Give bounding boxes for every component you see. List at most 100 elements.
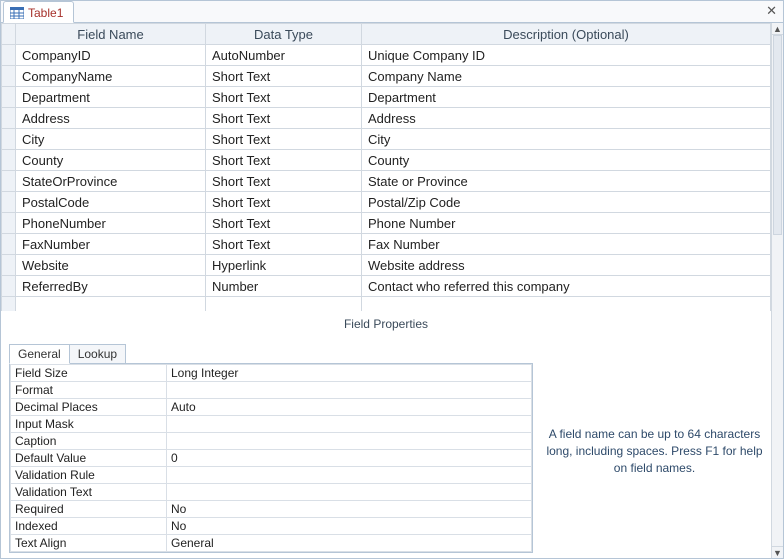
property-row: IndexedNo [11, 518, 532, 535]
fields-table: Field Name Data Type Description (Option… [1, 23, 771, 311]
property-value[interactable] [167, 416, 532, 433]
table-row: AddressShort TextAddress [2, 108, 771, 129]
table-row: PhoneNumberShort TextPhone Number [2, 213, 771, 234]
row-selector[interactable] [2, 45, 16, 66]
row-selector[interactable] [2, 66, 16, 87]
scroll-up-icon[interactable]: ▲ [772, 23, 783, 35]
property-sheet: Field SizeLong IntegerFormatDecimal Plac… [9, 363, 533, 553]
cell-data-type[interactable]: Hyperlink [206, 255, 362, 276]
property-row: Text AlignGeneral [11, 535, 532, 552]
row-selector[interactable] [2, 108, 16, 129]
row-selector-header[interactable] [2, 24, 16, 45]
cell-data-type[interactable]: Short Text [206, 108, 362, 129]
row-selector[interactable] [2, 129, 16, 150]
tab-label: Table1 [28, 6, 63, 20]
tab-general[interactable]: General [9, 344, 70, 364]
cell-description[interactable]: Company Name [362, 66, 771, 87]
cell-description[interactable]: Website address [362, 255, 771, 276]
design-grid: Field Name Data Type Description (Option… [1, 23, 771, 311]
cell-field-name[interactable]: Website [16, 255, 206, 276]
cell-description[interactable]: Postal/Zip Code [362, 192, 771, 213]
cell-data-type[interactable]: Short Text [206, 150, 362, 171]
cell-data-type[interactable]: Short Text [206, 213, 362, 234]
property-value[interactable]: No [167, 501, 532, 518]
row-selector[interactable] [2, 276, 16, 297]
cell-data-type[interactable]: AutoNumber [206, 45, 362, 66]
property-row: Format [11, 382, 532, 399]
cell-field-name[interactable]: CompanyID [16, 45, 206, 66]
scroll-thumb[interactable] [773, 35, 782, 235]
cell-field-name[interactable]: Address [16, 108, 206, 129]
cell-data-type[interactable]: Short Text [206, 87, 362, 108]
row-selector[interactable] [2, 87, 16, 108]
cell-description[interactable]: City [362, 129, 771, 150]
cell-description[interactable]: State or Province [362, 171, 771, 192]
cell-description[interactable] [362, 297, 771, 312]
cell-description[interactable]: Unique Company ID [362, 45, 771, 66]
property-value[interactable] [167, 382, 532, 399]
properties-table: Field SizeLong IntegerFormatDecimal Plac… [10, 364, 532, 552]
table-row: DepartmentShort TextDepartment [2, 87, 771, 108]
cell-field-name[interactable] [16, 297, 206, 312]
property-row: Validation Text [11, 484, 532, 501]
cell-data-type[interactable]: Short Text [206, 192, 362, 213]
table-row: StateOrProvinceShort TextState or Provin… [2, 171, 771, 192]
cell-data-type[interactable]: Short Text [206, 66, 362, 87]
header-row: Field Name Data Type Description (Option… [2, 24, 771, 45]
cell-description[interactable]: Address [362, 108, 771, 129]
row-selector[interactable] [2, 150, 16, 171]
cell-data-type[interactable] [206, 297, 362, 312]
table-row: PostalCodeShort TextPostal/Zip Code [2, 192, 771, 213]
property-value[interactable] [167, 484, 532, 501]
vertical-scrollbar[interactable]: ▲ ▼ [771, 23, 783, 558]
col-data-type[interactable]: Data Type [206, 24, 362, 45]
property-name: Validation Text [11, 484, 167, 501]
property-name: Decimal Places [11, 399, 167, 416]
cell-description[interactable]: Department [362, 87, 771, 108]
cell-field-name[interactable]: County [16, 150, 206, 171]
property-value[interactable]: 0 [167, 450, 532, 467]
cell-field-name[interactable]: StateOrProvince [16, 171, 206, 192]
table-row [2, 297, 771, 312]
property-value[interactable]: No [167, 518, 532, 535]
property-name: Caption [11, 433, 167, 450]
property-name: Field Size [11, 365, 167, 382]
cell-field-name[interactable]: CompanyName [16, 66, 206, 87]
table-row: ReferredByNumberContact who referred thi… [2, 276, 771, 297]
property-row: Decimal PlacesAuto [11, 399, 532, 416]
cell-field-name[interactable]: ReferredBy [16, 276, 206, 297]
cell-field-name[interactable]: PostalCode [16, 192, 206, 213]
property-row: Default Value0 [11, 450, 532, 467]
cell-data-type[interactable]: Short Text [206, 171, 362, 192]
col-description[interactable]: Description (Optional) [362, 24, 771, 45]
property-value[interactable]: Auto [167, 399, 532, 416]
property-name: Input Mask [11, 416, 167, 433]
row-selector[interactable] [2, 234, 16, 255]
property-value[interactable]: General [167, 535, 532, 552]
property-value[interactable] [167, 467, 532, 484]
cell-description[interactable]: Fax Number [362, 234, 771, 255]
property-value[interactable]: Long Integer [167, 365, 532, 382]
close-icon[interactable]: ✕ [766, 4, 777, 17]
cell-description[interactable]: County [362, 150, 771, 171]
cell-field-name[interactable]: Department [16, 87, 206, 108]
col-field-name[interactable]: Field Name [16, 24, 206, 45]
scroll-down-icon[interactable]: ▼ [772, 546, 783, 558]
cell-description[interactable]: Contact who referred this company [362, 276, 771, 297]
row-selector[interactable] [2, 297, 16, 312]
cell-data-type[interactable]: Short Text [206, 234, 362, 255]
cell-data-type[interactable]: Short Text [206, 129, 362, 150]
row-selector[interactable] [2, 192, 16, 213]
property-value[interactable] [167, 433, 532, 450]
object-tab-table1[interactable]: Table1 [3, 1, 74, 23]
row-selector[interactable] [2, 213, 16, 234]
cell-field-name[interactable]: FaxNumber [16, 234, 206, 255]
cell-field-name[interactable]: PhoneNumber [16, 213, 206, 234]
tab-lookup[interactable]: Lookup [69, 344, 126, 364]
row-selector[interactable] [2, 171, 16, 192]
cell-field-name[interactable]: City [16, 129, 206, 150]
row-selector[interactable] [2, 255, 16, 276]
cell-data-type[interactable]: Number [206, 276, 362, 297]
cell-description[interactable]: Phone Number [362, 213, 771, 234]
property-name: Format [11, 382, 167, 399]
